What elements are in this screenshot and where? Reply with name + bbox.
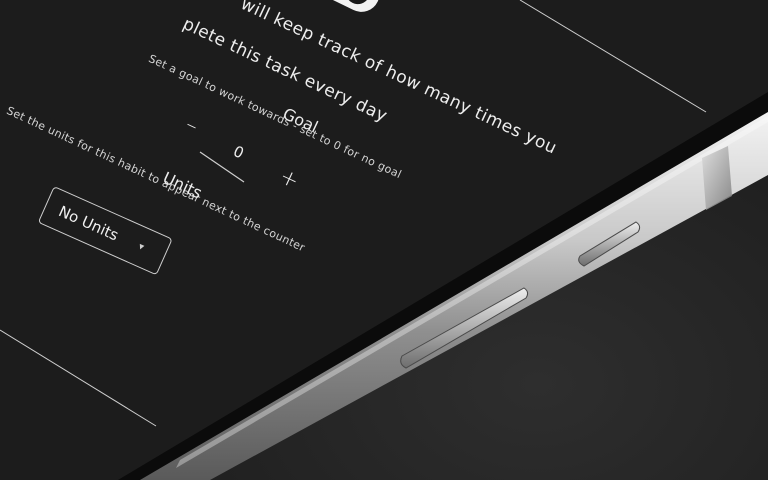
units-dropdown[interactable]: No Units ▾	[37, 186, 173, 276]
scene: will keep track of how many times you pl…	[0, 0, 768, 480]
toggle-switch-icon[interactable]	[311, 0, 386, 29]
goal-value[interactable]: 0	[230, 142, 246, 162]
goal-decrement-button[interactable]: –	[181, 112, 202, 139]
caret-down-icon: ▾	[136, 241, 146, 254]
units-selected-value: No Units	[55, 202, 122, 245]
goal-increment-button[interactable]: +	[275, 164, 302, 194]
